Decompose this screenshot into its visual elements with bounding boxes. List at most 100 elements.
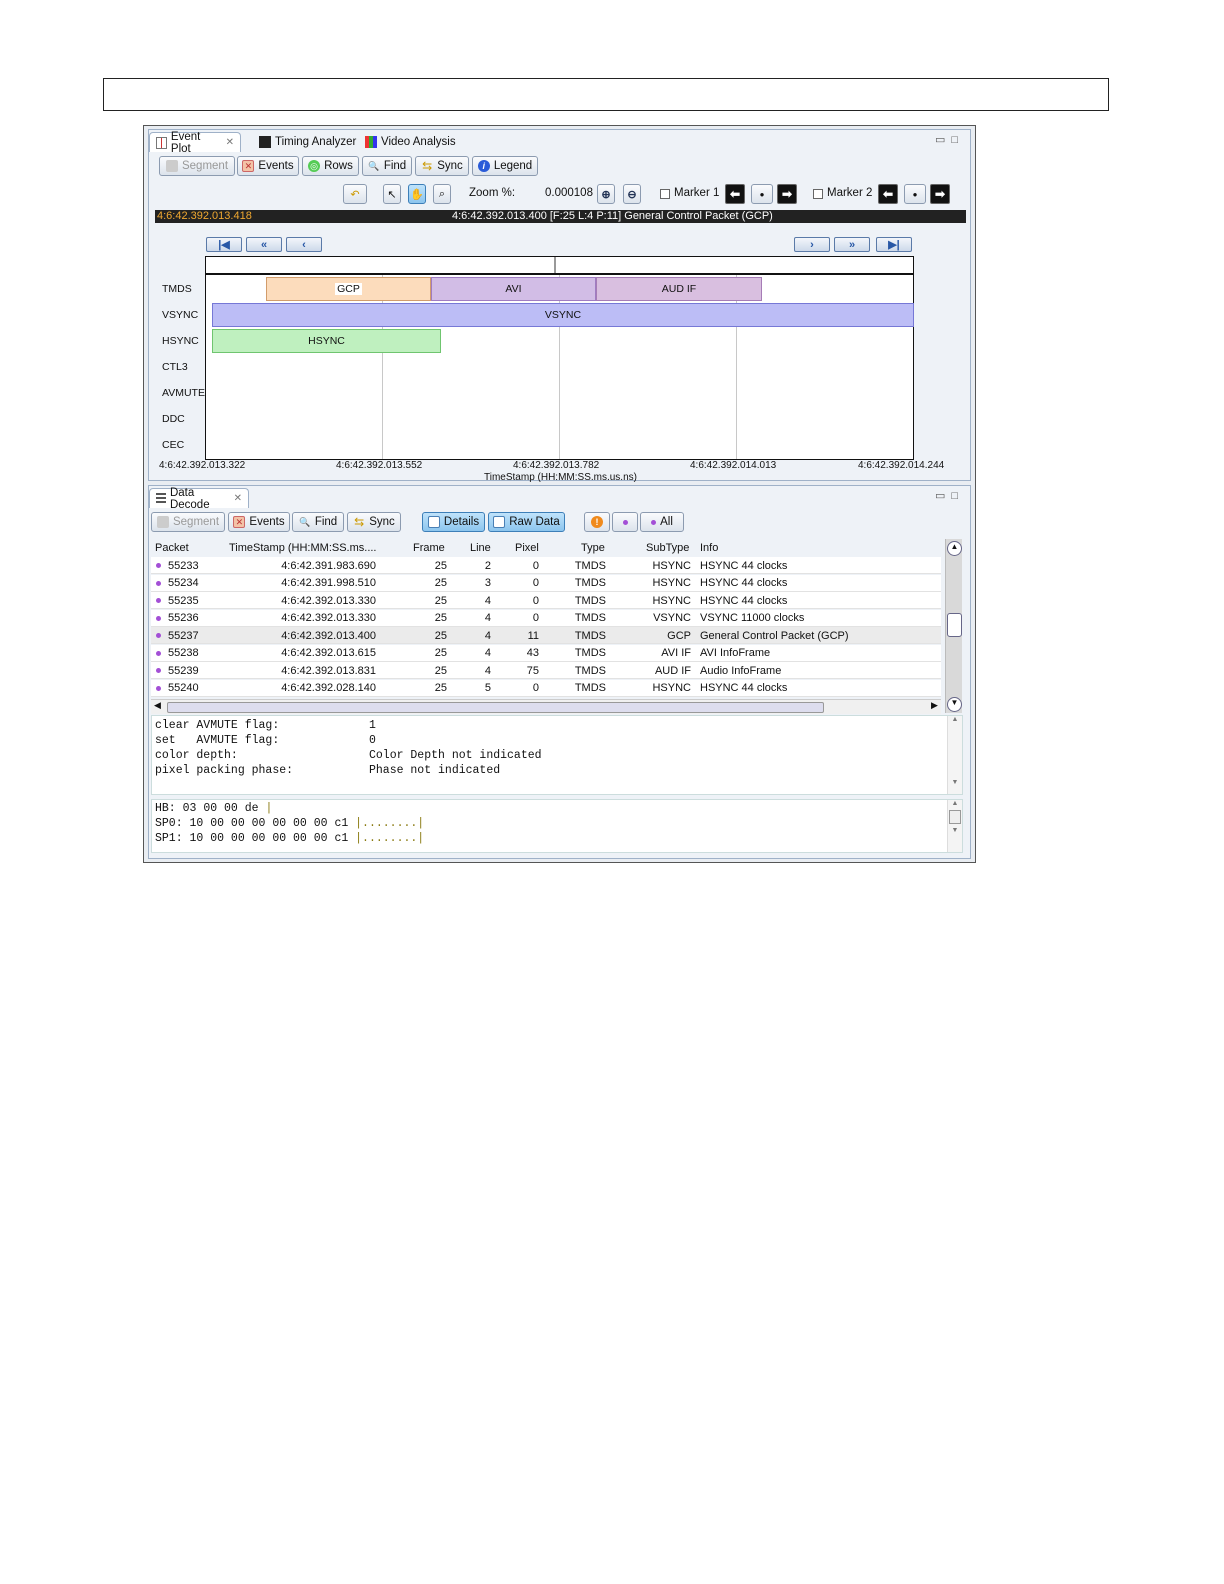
tab-video-analysis[interactable]: Video Analysis <box>359 132 462 152</box>
maximize-icon[interactable]: □ <box>951 490 964 502</box>
events-button[interactable]: ✕ Events <box>228 512 290 532</box>
table-row[interactable]: 55233 4:6:42.391.983.690 25 2 0 TMDS HSYNC HSYN… <box>151 557 941 574</box>
details-scrollbar[interactable]: ▲ ▼ <box>947 716 962 794</box>
column-header-frame[interactable]: Frame <box>413 539 445 556</box>
event-bar-hsync[interactable]: HSYNC <box>212 329 441 353</box>
table-row[interactable]: 55239 4:6:42.392.013.831 25 4 75 TMDS AUD IF Au… <box>151 662 941 679</box>
undo-button[interactable]: ↶ <box>343 184 367 204</box>
find-button[interactable]: 🔍 Find <box>292 512 344 532</box>
find-label: Find <box>383 160 407 172</box>
minimize-icon[interactable]: ▭ <box>935 134 951 146</box>
raw-data-toggle-button[interactable]: Raw Data <box>488 512 565 532</box>
tab-event-plot[interactable]: Event Plot ✕ <box>149 130 241 155</box>
raw-data-icon <box>493 516 506 528</box>
maximize-icon[interactable]: □ <box>951 134 964 146</box>
tab-timing-analyzer[interactable]: Timing Analyzer <box>253 132 362 152</box>
table-row[interactable]: 55240 4:6:42.392.028.140 25 5 0 TMDS HSYNC HSYN… <box>151 679 941 697</box>
last-button[interactable]: ▶| <box>876 237 912 252</box>
cell-info: General Control Packet (GCP) <box>700 627 940 644</box>
filter-error-button[interactable]: ! <box>584 512 610 532</box>
marker1-set-button[interactable]: ● <box>751 184 773 204</box>
cell-text: 55237 <box>168 629 199 642</box>
marker2-set-button[interactable]: ● <box>904 184 926 204</box>
overview-strip[interactable] <box>205 256 914 274</box>
column-header-line[interactable]: Line <box>470 539 491 556</box>
column-header-info[interactable]: Info <box>700 539 718 556</box>
table-row[interactable]: 55235 4:6:42.392.013.330 25 4 0 TMDS HSYNC HSYN… <box>151 592 941 609</box>
marker1-checkbox[interactable] <box>660 189 670 199</box>
scroll-left-icon[interactable]: ◀ <box>154 700 161 711</box>
event-plot-icon <box>156 136 167 149</box>
scroll-up-button[interactable]: ▲ <box>947 541 962 556</box>
status-bar: 4:6:42.392.013.418 4:6:42.392.013.400 [F… <box>155 210 966 223</box>
event-bar-gcp[interactable]: GCP <box>266 277 431 301</box>
table-horizontal-scrollbar[interactable]: ◀ ▶ <box>151 699 941 714</box>
scroll-down-button[interactable]: ▼ <box>947 697 962 712</box>
first-button[interactable]: |◀ <box>206 237 242 252</box>
marker2-checkbox[interactable] <box>813 189 823 199</box>
horizontal-scroll-thumb[interactable] <box>167 702 824 713</box>
tab-label: Event Plot <box>170 130 201 155</box>
table-row[interactable]: 55237 4:6:42.392.013.400 25 4 11 TMDS GCP Gener… <box>151 627 941 644</box>
rows-button[interactable]: ◎ Rows <box>302 156 359 176</box>
page-forward-button[interactable]: » <box>834 237 870 252</box>
step-forward-button[interactable]: › <box>794 237 830 252</box>
cell-line: 4 <box>451 610 491 627</box>
tab-data-decode[interactable]: Data Decode ✕ <box>149 487 249 511</box>
events-button[interactable]: ✕ Events <box>237 156 299 176</box>
detail-row: color depth: Color Depth not indicated <box>155 749 542 764</box>
table-vertical-scrollbar[interactable]: ▲ ▼ <box>945 539 962 713</box>
segment-button[interactable]: Segment <box>151 512 225 532</box>
event-bar-audif[interactable]: AUD IF <box>596 277 762 301</box>
detail-row: set AVMUTE flag: 0 <box>155 734 376 749</box>
cell-text: TMDS <box>574 577 606 589</box>
segment-button[interactable]: Segment <box>159 156 235 176</box>
zoom-select-tool-button[interactable]: ⌕ <box>433 184 451 204</box>
detail-field: set AVMUTE flag: <box>155 734 280 747</box>
column-header-packet[interactable]: Packet <box>155 539 189 556</box>
event-bar-vsync[interactable]: VSYNC <box>212 303 914 327</box>
table-row[interactable]: 55234 4:6:42.391.998.510 25 3 0 TMDS HSYNC HSYN… <box>151 574 941 592</box>
find-button[interactable]: 🔍 Find <box>362 156 412 176</box>
marker2-next-button[interactable]: ➡ <box>930 184 950 204</box>
column-header-subtype[interactable]: SubType <box>646 539 689 556</box>
pointer-tool-button[interactable]: ↖ <box>383 184 401 204</box>
detail-field: pixel packing phase: <box>155 764 294 777</box>
close-icon[interactable]: ✕ <box>234 493 242 504</box>
event-plot-area[interactable]: GCP AVI AUD IF VSYNC HSYNC <box>205 274 914 460</box>
details-toggle-button[interactable]: Details <box>422 512 485 532</box>
sync-button[interactable]: ⇆ Sync <box>415 156 469 176</box>
zoom-in-button[interactable]: ⊕ <box>597 184 615 204</box>
legend-button[interactable]: i Legend <box>472 156 538 176</box>
step-back-button[interactable]: ‹ <box>286 237 322 252</box>
close-icon[interactable]: ✕ <box>226 137 234 148</box>
marker1-label: Marker 1 <box>674 187 720 199</box>
column-header-type[interactable]: Type <box>581 539 605 556</box>
sync-button[interactable]: ⇆ Sync <box>347 512 401 532</box>
tab-label: Video Analysis <box>381 136 456 148</box>
cell-ts: 4:6:42.391.983.690 <box>221 557 376 574</box>
raw-data-scrollbar[interactable]: ▲ ▼ <box>947 800 962 852</box>
event-bar-avi[interactable]: AVI <box>431 277 596 301</box>
zoom-out-button[interactable]: ⊖ <box>623 184 641 204</box>
table-row[interactable]: 55238 4:6:42.392.013.615 25 4 43 TMDS AVI IF AV… <box>151 644 941 662</box>
marker1-next-button[interactable]: ➡ <box>777 184 797 204</box>
column-header-pixel[interactable]: Pixel <box>515 539 539 556</box>
filter-all-button[interactable]: All <box>640 512 684 532</box>
raw-ascii: | <box>265 802 273 815</box>
scroll-right-icon[interactable]: ▶ <box>931 700 938 711</box>
zoom-value[interactable]: 0.000108 <box>545 187 593 199</box>
table-row[interactable]: 55236 4:6:42.392.013.330 25 4 0 TMDS VSYNC VSYN… <box>151 609 941 627</box>
column-header-timestamp[interactable]: TimeStamp (HH:MM:SS.ms.... <box>229 539 377 556</box>
minimize-icon[interactable]: ▭ <box>935 490 951 502</box>
filter-packet-button[interactable] <box>612 512 638 532</box>
page-back-button[interactable]: « <box>246 237 282 252</box>
pan-tool-button[interactable]: ✋ <box>408 184 426 204</box>
dot-icon <box>651 519 657 525</box>
marker1-prev-button[interactable]: ⬅ <box>725 184 745 204</box>
cell-text: 55233 <box>168 559 199 572</box>
cell-text: 55239 <box>168 664 199 677</box>
scroll-thumb[interactable] <box>947 613 962 637</box>
cell-text: 25 <box>434 559 447 572</box>
marker2-prev-button[interactable]: ⬅ <box>878 184 898 204</box>
